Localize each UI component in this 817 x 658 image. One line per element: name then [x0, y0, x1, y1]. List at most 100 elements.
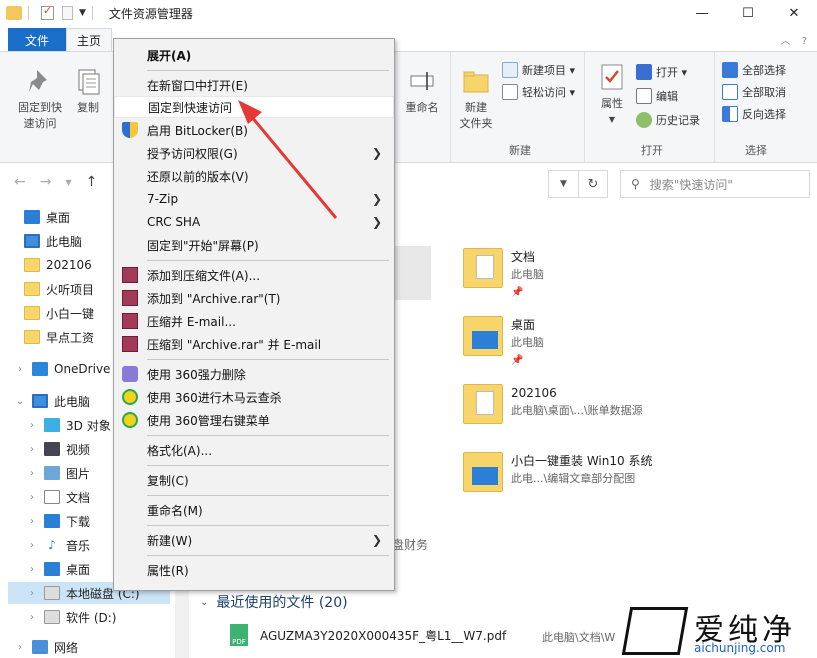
menu-item-add-archive-rar[interactable]: 添加到 "Archive.rar"(T): [114, 287, 394, 309]
sidebar-item-zaodian[interactable]: 早点工资: [24, 326, 94, 348]
chevron-right-icon[interactable]: ›: [26, 564, 38, 575]
sidebar-item-xiaobai[interactable]: 小白一键: [24, 302, 94, 324]
tile-xiaobai[interactable]: 小白一键重装 Win10 系统 此电...\编辑文章部分配图: [463, 452, 652, 492]
menu-item-pin-quick-access[interactable]: 固定到快速访问: [114, 96, 394, 118]
edit-button[interactable]: 编辑: [636, 86, 678, 106]
menu-item-7zip[interactable]: 7-Zip ❯: [114, 188, 394, 210]
menu-item-restore-versions[interactable]: 还原以前的版本(V): [114, 165, 394, 187]
menu-item-new[interactable]: 新建(W) ❯: [114, 529, 394, 551]
chevron-right-icon[interactable]: ›: [26, 468, 38, 479]
winrar-icon: [122, 336, 138, 352]
search-input[interactable]: ⚲ 搜索"快速访问": [620, 170, 810, 198]
chevron-right-icon[interactable]: ›: [14, 642, 26, 653]
close-button[interactable]: ✕: [771, 0, 817, 26]
list-item[interactable]: PDF AGUZMA3Y2020X000435F_粤L1__W7.pdf: [230, 624, 506, 646]
chevron-down-icon[interactable]: ▼: [79, 8, 86, 18]
tile-202106[interactable]: 202106 此电脑\桌面\...\账单数据源: [463, 384, 643, 424]
chevron-down-icon[interactable]: ⌄: [14, 396, 26, 407]
sidebar-item-videos[interactable]: › 视频: [12, 438, 90, 460]
menu-item-open-new-window[interactable]: 在新窗口中打开(E): [114, 74, 394, 96]
help-icon[interactable]: ?: [802, 36, 807, 47]
menu-item-copy[interactable]: 复制(C): [114, 469, 394, 491]
chevron-down-icon[interactable]: ▼: [65, 174, 71, 190]
easy-access-icon: [502, 84, 518, 100]
divider: [147, 70, 389, 71]
menu-item-360-delete[interactable]: 使用 360强力删除: [114, 363, 394, 385]
tab-file[interactable]: 文件: [8, 28, 66, 52]
menu-item-crc-sha[interactable]: CRC SHA ❯: [114, 211, 394, 233]
sidebar-item-pictures[interactable]: › 图片: [12, 462, 90, 484]
sidebar-item-202106[interactable]: 202106: [24, 254, 92, 276]
refresh-button[interactable]: ↻: [578, 170, 608, 198]
chevron-right-icon[interactable]: ›: [26, 516, 38, 527]
chevron-right-icon[interactable]: ›: [26, 492, 38, 503]
chevron-up-icon[interactable]: ︿: [781, 36, 791, 47]
sidebar-item-desktop-pinned[interactable]: 桌面: [24, 206, 70, 228]
sidebar-item-3d-objects[interactable]: › 3D 对象: [12, 414, 111, 436]
winrar-icon: [122, 267, 138, 283]
chevron-right-icon[interactable]: ›: [26, 588, 38, 599]
new-folder-quick-icon[interactable]: [62, 6, 73, 20]
select-all-button[interactable]: 全部选择: [722, 60, 786, 80]
thumbnail: [389, 246, 431, 300]
sidebar-item-network[interactable]: › 网络: [0, 636, 78, 658]
select-none-button[interactable]: 全部取消: [722, 82, 786, 102]
menu-item-compress-email[interactable]: 压缩并 E-mail...: [114, 310, 394, 332]
sidebar-item-desktop[interactable]: › 桌面: [12, 558, 90, 580]
desktop-icon: [24, 210, 40, 224]
properties-button[interactable]: 属性 ▼: [592, 62, 632, 128]
menu-item-expand[interactable]: 展开(A): [114, 44, 394, 66]
menu-item-format[interactable]: 格式化(A)...: [114, 439, 394, 461]
menu-item-add-archive[interactable]: 添加到压缩文件(A)...: [114, 264, 394, 286]
sidebar-item-onedrive[interactable]: › OneDrive: [0, 358, 110, 380]
tab-home[interactable]: 主页: [66, 28, 112, 52]
folder-icon: [463, 384, 503, 424]
new-folder-button[interactable]: 新建 文件夹: [454, 66, 498, 132]
properties-quick-icon[interactable]: [41, 4, 54, 20]
chevron-right-icon[interactable]: ›: [26, 444, 38, 455]
up-button[interactable]: ↑: [86, 174, 98, 190]
chevron-right-icon: ❯: [371, 533, 382, 547]
menu-item-pin-start[interactable]: 固定到"开始"屏幕(P): [114, 234, 394, 256]
open-button[interactable]: 打开 ▾: [636, 62, 687, 82]
open-label: 打开 ▾: [656, 66, 688, 79]
pin-quick-access-button[interactable]: 固定到快 速访问: [14, 66, 66, 132]
sidebar-item-documents[interactable]: › 文档: [12, 486, 90, 508]
chevron-right-icon[interactable]: ›: [26, 612, 38, 623]
copy-button[interactable]: 复制: [70, 66, 106, 116]
menu-item-grant-access[interactable]: 授予访问权限(G) ❯: [114, 142, 394, 164]
minimize-button[interactable]: —: [679, 0, 725, 26]
tile-desktop[interactable]: 桌面 此电脑 📌: [463, 316, 544, 370]
divider: [147, 465, 389, 466]
sidebar-item-huoting[interactable]: 火听项目: [24, 278, 94, 300]
forward-button[interactable]: →: [40, 174, 52, 190]
rename-button[interactable]: 重命名: [400, 66, 444, 116]
recent-files-header[interactable]: ⌄ 最近使用的文件 (20): [200, 592, 348, 612]
invert-select-button[interactable]: 反向选择: [722, 104, 786, 124]
sidebar-item-this-pc[interactable]: ⌄ 此电脑: [0, 390, 90, 412]
history-button[interactable]: 历史记录: [636, 110, 700, 130]
chevron-right-icon[interactable]: ›: [26, 420, 38, 431]
sidebar-item-music[interactable]: › ♪ 音乐: [12, 534, 90, 556]
chevron-right-icon: ❯: [371, 215, 382, 229]
new-item-button[interactable]: 新建项目 ▾: [502, 60, 575, 80]
menu-item-properties[interactable]: 属性(R): [114, 559, 394, 581]
back-button[interactable]: ←: [14, 174, 26, 190]
sidebar-item-downloads[interactable]: › 下载: [12, 510, 90, 532]
menu-item-360-menu-manager[interactable]: 使用 360管理右键菜单: [114, 409, 394, 431]
menu-item-360-scan[interactable]: 使用 360进行木马云查杀: [114, 386, 394, 408]
menu-item-bitlocker[interactable]: 启用 BitLocker(B): [114, 119, 394, 141]
sidebar-item-this-pc-pinned[interactable]: 此电脑: [24, 230, 82, 252]
file-name: AGUZMA3Y2020X000435F_粤L1__W7.pdf: [260, 628, 507, 643]
easy-access-button[interactable]: 轻松访问 ▾: [502, 82, 575, 102]
chevron-right-icon[interactable]: ›: [26, 540, 38, 551]
tile-documents[interactable]: 文档 此电脑 📌: [463, 248, 544, 302]
chevron-right-icon[interactable]: ›: [14, 364, 26, 375]
menu-item-compress-rar-email[interactable]: 压缩到 "Archive.rar" 并 E-mail: [114, 333, 394, 355]
pdf-icon: PDF: [230, 624, 248, 646]
maximize-button[interactable]: ☐: [725, 0, 771, 26]
invert-select-label: 反向选择: [742, 108, 786, 121]
address-dropdown-button[interactable]: ▼: [548, 170, 578, 198]
menu-item-rename[interactable]: 重命名(M): [114, 499, 394, 521]
sidebar-item-software-d[interactable]: › 软件 (D:): [12, 606, 116, 628]
